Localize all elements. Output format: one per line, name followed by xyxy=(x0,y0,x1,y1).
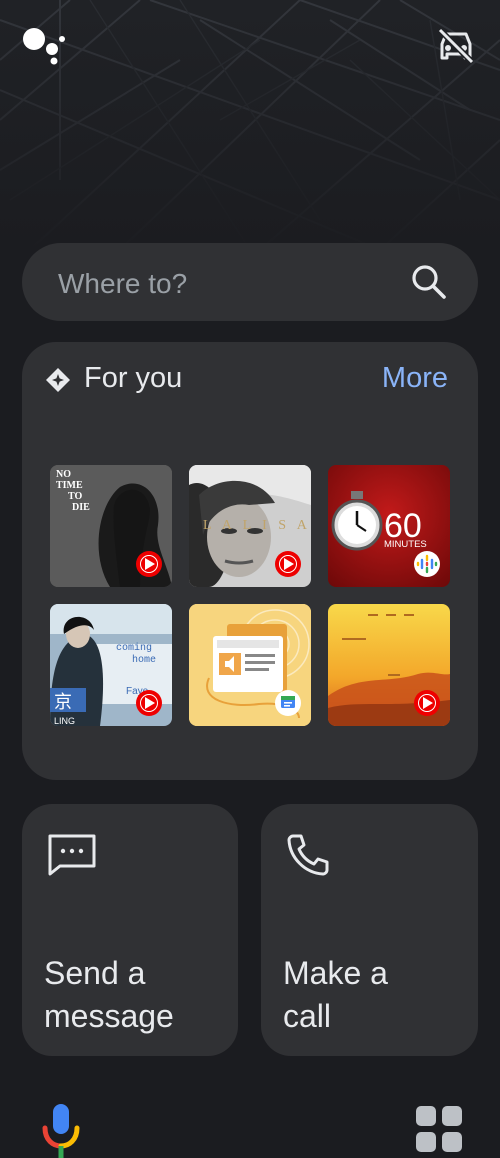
label-line: message xyxy=(44,998,174,1034)
more-link[interactable]: More xyxy=(382,362,448,395)
tile-text: NO xyxy=(56,469,71,480)
tile-text: TO xyxy=(68,491,82,502)
driving-mode-off-icon[interactable] xyxy=(436,26,476,66)
make-call-card[interactable]: Make a call xyxy=(261,804,478,1056)
tile-text: TIME xyxy=(56,480,83,491)
send-message-label: Send a message xyxy=(44,952,234,1038)
tile-text: home xyxy=(132,654,156,666)
youtube-music-icon xyxy=(136,551,162,577)
google-podcasts-icon xyxy=(414,551,440,577)
tile-text: 京 xyxy=(54,692,72,713)
map-background xyxy=(0,0,500,250)
assistant-logo-icon[interactable] xyxy=(22,25,70,65)
media-tile-sunrise-album[interactable] xyxy=(328,604,450,726)
tile-text: MINUTES xyxy=(384,539,427,550)
label-line: Send a xyxy=(44,955,146,991)
youtube-music-icon xyxy=(275,551,301,577)
tile-text: L A L I S A xyxy=(203,518,311,533)
media-tile-60-minutes[interactable]: 60 MINUTES xyxy=(328,465,450,587)
app-launcher-icon[interactable] xyxy=(416,1106,462,1152)
for-you-title: For you xyxy=(84,362,183,394)
for-you-card: For you More NO TIME TO DIE L A L I S A xyxy=(22,342,478,780)
search-icon[interactable] xyxy=(410,263,448,301)
message-icon xyxy=(48,834,96,876)
label-line: call xyxy=(283,998,332,1034)
youtube-music-icon xyxy=(414,690,440,716)
youtube-music-icon xyxy=(136,690,162,716)
media-tile-news-article[interactable] xyxy=(189,604,311,726)
microphone-icon[interactable] xyxy=(40,1100,82,1158)
phone-icon xyxy=(287,834,329,876)
search-bar[interactable] xyxy=(22,243,478,321)
media-tile-lalisa[interactable]: L A L I S A xyxy=(189,465,311,587)
tile-text: LING xyxy=(54,716,75,726)
media-tile-coming-home[interactable]: coming home 京 LING Faye xyxy=(50,604,172,726)
media-tile-no-time-to-die[interactable]: NO TIME TO DIE xyxy=(50,465,172,587)
search-input[interactable] xyxy=(56,266,390,302)
label-line: Make a xyxy=(283,955,388,991)
google-news-icon xyxy=(275,690,301,716)
send-message-card[interactable]: Send a message xyxy=(22,804,238,1056)
make-call-label: Make a call xyxy=(283,952,473,1038)
tile-text: DIE xyxy=(72,502,90,513)
tile-text: coming xyxy=(116,642,152,654)
for-you-sparkle-icon xyxy=(46,368,70,392)
